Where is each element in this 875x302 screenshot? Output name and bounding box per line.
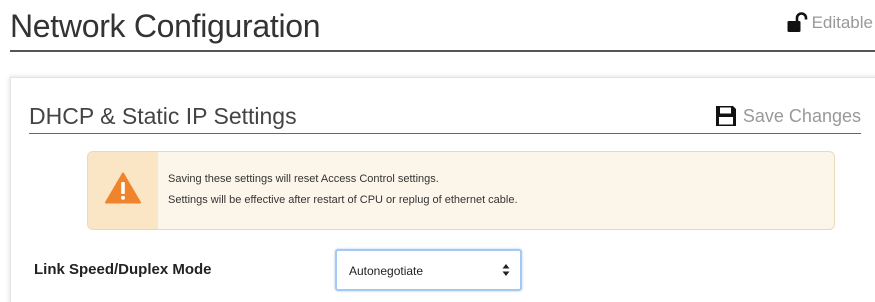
settings-panel: DHCP & Static IP Settings Save Changes S…	[10, 77, 875, 302]
lock-status-label: Editable	[811, 13, 873, 32]
select-arrows-icon	[502, 263, 510, 282]
alert-line-1: Saving these settings will reset Access …	[168, 173, 439, 185]
editable-toggle[interactable]: Editable	[786, 12, 873, 34]
alert-line-2: Settings will be effective after restart…	[168, 194, 518, 206]
link-speed-value: Autonegotiate	[349, 264, 424, 278]
section-title: DHCP & Static IP Settings	[29, 103, 297, 129]
alert-message: Saving these settings will reset Access …	[168, 169, 518, 211]
link-speed-select[interactable]: Autonegotiate	[335, 249, 522, 291]
unlocked-padlock-icon	[786, 12, 808, 34]
warning-triangle-icon	[105, 172, 141, 209]
floppy-disk-icon	[714, 104, 738, 128]
link-speed-label: Link Speed/Duplex Mode	[34, 261, 212, 278]
alert-icon-box	[88, 152, 158, 229]
page-title: Network Configuration	[10, 8, 321, 44]
save-changes-button[interactable]: Save Changes	[714, 104, 861, 128]
page-header: Network Configuration Editable	[10, 0, 875, 52]
warning-alert: Saving these settings will reset Access …	[87, 151, 835, 230]
save-changes-label: Save Changes	[742, 105, 861, 126]
section-header: DHCP & Static IP Settings Save Changes	[29, 100, 861, 134]
